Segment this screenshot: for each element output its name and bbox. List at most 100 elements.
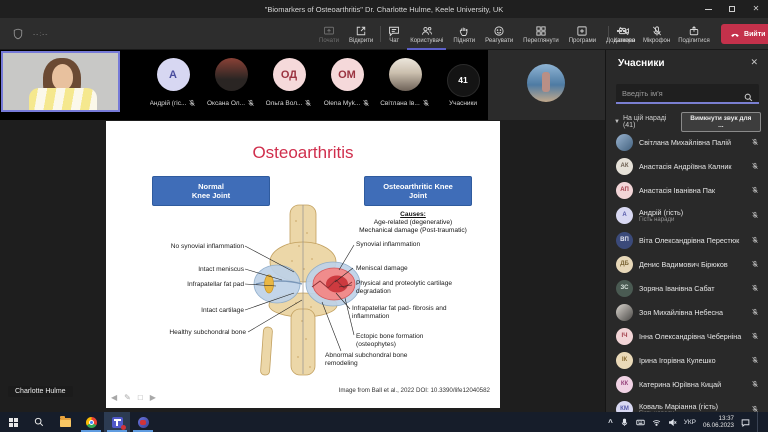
- file-explorer-button[interactable]: [52, 412, 78, 432]
- mic-off-icon[interactable]: [751, 255, 759, 273]
- self-video-tile[interactable]: [1, 51, 120, 112]
- pen-tool-button[interactable]: ✎: [124, 393, 131, 402]
- participant-row[interactable]: ВП Віта Олександрівна Перестюк: [606, 228, 768, 252]
- tray-volume-muted-icon[interactable]: [668, 418, 677, 427]
- mic-off-icon[interactable]: [751, 327, 759, 345]
- sidebar-close-button[interactable]: ✕: [750, 57, 758, 68]
- teams-button[interactable]: [104, 412, 130, 432]
- thumbnail-name: Ольга Вол...: [266, 100, 303, 107]
- avatar: КК: [616, 376, 633, 393]
- participant-thumbnail[interactable]: ОД Ольга Вол...: [260, 50, 318, 120]
- slideshow-controls: ◀ ✎ □ ▶: [111, 393, 156, 402]
- search-icon: [744, 89, 753, 107]
- avatar: ВП: [616, 232, 633, 249]
- toolbar-item-raise-hand[interactable]: Підняти: [450, 18, 478, 50]
- meeting-window: "Biomarkers of Osteoarthritis" Dr. Charl…: [0, 0, 768, 432]
- chat-icon: [388, 25, 400, 37]
- chevron-down-icon[interactable]: ▼: [614, 119, 620, 125]
- toolbar-item-participants[interactable]: Користувачі: [407, 18, 446, 50]
- mic-off-icon: [188, 94, 196, 112]
- participant-role: Гість наради: [639, 217, 745, 223]
- share-button[interactable]: Поділитися: [675, 18, 713, 50]
- mic-off-icon[interactable]: [751, 206, 759, 224]
- language-indicator[interactable]: УКР: [684, 419, 696, 426]
- action-center-icon[interactable]: [741, 418, 750, 427]
- tray-network-icon[interactable]: [652, 418, 661, 427]
- toolbar-item-apps[interactable]: Програми: [566, 18, 599, 50]
- prev-slide-button[interactable]: ◀: [111, 393, 117, 402]
- raise-hand-icon: [458, 25, 470, 37]
- participant-name: Коваль Маріанна (гість): [639, 402, 745, 411]
- notification-dot: [121, 425, 126, 430]
- toolbar-item-react[interactable]: Реагувати: [482, 18, 516, 50]
- toolbar-item-start[interactable]: Почати: [316, 18, 342, 50]
- participant-row[interactable]: ІК Ірина Ігорівна Кулешко: [606, 348, 768, 372]
- tray-mic-icon[interactable]: [620, 418, 629, 427]
- maximize-button[interactable]: [720, 0, 744, 18]
- participant-row[interactable]: ДБ Денис Вадимович Бірюков: [606, 252, 768, 276]
- meeting-toolbar: --:-- Почати Відкрити Чат Користувачі: [0, 18, 768, 50]
- taskbar-clock[interactable]: 13:37 06.06.2023: [703, 415, 734, 430]
- mic-off-icon: [304, 94, 312, 112]
- participant-row[interactable]: ЗС Зоряна Іванівна Сабат: [606, 276, 768, 300]
- participant-row[interactable]: ІЧ Інна Олександрівна Чеберніна: [606, 324, 768, 348]
- mic-off-icon[interactable]: [751, 400, 759, 412]
- next-slide-button[interactable]: ▶: [150, 393, 156, 402]
- participant-row[interactable]: А Андрій (гість) Гість наради: [606, 202, 768, 228]
- mic-off-icon[interactable]: [751, 181, 759, 199]
- participant-row[interactable]: Зоя Михайлівна Небесна: [606, 300, 768, 324]
- participant-row[interactable]: КМ Коваль Маріанна (гість) Гість наради: [606, 396, 768, 412]
- participant-thumbnail[interactable]: ОМ Olena Myk...: [318, 50, 376, 120]
- mic-off-icon[interactable]: [751, 157, 759, 175]
- mic-button[interactable]: Мікрофон: [640, 18, 673, 50]
- thumbnail-name: Olena Myk...: [324, 100, 360, 107]
- mic-off-icon: [362, 94, 370, 112]
- toolbar-item-view[interactable]: Переглянути: [520, 18, 562, 50]
- mic-off-icon[interactable]: [751, 133, 759, 151]
- mic-off-icon[interactable]: [751, 231, 759, 249]
- slide-credit: Image from Ball et al., 2022 DOI: 10.339…: [339, 387, 490, 394]
- speaker-panel[interactable]: [488, 50, 605, 120]
- participant-name: Андрій (гість): [639, 208, 745, 217]
- participant-name: Інна Олександрівна Чеберніна: [639, 332, 745, 341]
- start-button[interactable]: [0, 412, 26, 432]
- view-slides-button[interactable]: □: [138, 393, 143, 402]
- tray-expand-button[interactable]: ^: [608, 418, 613, 427]
- close-button[interactable]: ✕: [744, 0, 768, 18]
- label-fat-pad-fibrosis: Infrapatellar fat pad- fibrosis and infl…: [352, 305, 470, 320]
- search-input[interactable]: [616, 84, 759, 104]
- folder-icon: [60, 418, 71, 427]
- toolbar-item-chat[interactable]: Чат: [385, 18, 403, 50]
- label-ectopic-bone: Ectopic bone formation (osteophytes): [356, 333, 446, 348]
- in-meeting-count: На цій нараді (41): [623, 115, 681, 129]
- avatar: [616, 134, 633, 151]
- leave-button[interactable]: Вийти: [721, 24, 768, 44]
- participant-row[interactable]: АК Анастасія Андріївна Калник: [606, 154, 768, 178]
- participant-thumbnail[interactable]: Світлана Ів...: [376, 50, 434, 120]
- system-tray: ^ УКР 13:37 06.06.2023: [608, 412, 768, 432]
- show-desktop-button[interactable]: [757, 412, 760, 432]
- meeting-timer: --:--: [33, 31, 48, 38]
- taskbar-app-button[interactable]: [130, 412, 156, 432]
- participant-row[interactable]: АП Анастасія Іванівна Пак: [606, 178, 768, 202]
- tray-keyboard-icon[interactable]: [636, 418, 645, 427]
- participant-name: Зоряна Іванівна Сабат: [639, 284, 745, 293]
- label-no-synovial-inflammation: No synovial inflammation: [171, 243, 244, 251]
- mute-all-button[interactable]: Вимкнути звук для ...: [681, 112, 761, 132]
- mic-off-icon[interactable]: [751, 351, 759, 369]
- participant-thumbnail[interactable]: Оксана Ол...: [202, 50, 260, 120]
- minimize-button[interactable]: [696, 0, 720, 18]
- participant-row[interactable]: КК Катерина Юріївна Кицай: [606, 372, 768, 396]
- chrome-button[interactable]: [78, 412, 104, 432]
- toolbar-item-open[interactable]: Відкрити: [346, 18, 376, 50]
- thumbnail-name: Учасники: [449, 100, 477, 107]
- mic-off-icon[interactable]: [751, 375, 759, 393]
- camera-button[interactable]: Камера: [611, 18, 638, 50]
- participants-counter[interactable]: 41 Учасники: [434, 50, 492, 120]
- mic-off-icon[interactable]: [751, 303, 759, 321]
- participant-thumbnail[interactable]: А Андрій (гіс...: [144, 50, 202, 120]
- participant-row[interactable]: Світлана Михайлівна Палій: [606, 130, 768, 154]
- grid-icon: [535, 25, 547, 37]
- mic-off-icon[interactable]: [751, 279, 759, 297]
- taskbar-search-button[interactable]: [26, 412, 52, 432]
